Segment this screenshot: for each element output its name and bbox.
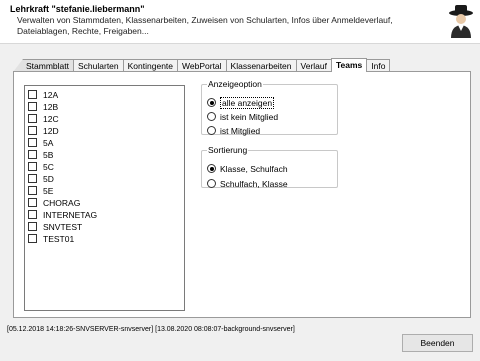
team-item[interactable]: 5D	[28, 173, 54, 184]
radio-sort-class-subject[interactable]: Klasse, Schulfach	[207, 163, 288, 174]
team-item[interactable]: 5E	[28, 185, 53, 196]
radio-button[interactable]	[207, 112, 216, 121]
radio-show-all[interactable]: alle anzeigen	[207, 96, 275, 109]
window-title: Lehrkraft "stefanie.liebermann"	[10, 4, 145, 14]
radio-button[interactable]	[207, 164, 216, 173]
radio-label: Klasse, Schulfach	[220, 163, 288, 174]
team-label: TEST01	[43, 233, 75, 244]
team-checkbox[interactable]	[28, 174, 37, 183]
team-checkbox[interactable]	[28, 162, 37, 171]
team-checkbox[interactable]	[28, 138, 37, 147]
window-header: Lehrkraft "stefanie.liebermann" Verwalte…	[0, 0, 480, 44]
radio-label: alle anzeigen	[220, 96, 275, 109]
teacher-avatar-icon	[449, 5, 473, 38]
close-button[interactable]: Beenden	[402, 334, 473, 352]
tab-bar: Stammblatt Schularten Kontingente WebPor…	[13, 58, 391, 72]
team-item[interactable]: 12C	[28, 113, 59, 124]
team-checklist[interactable]: 12A 12B 12C 12D 5A 5B 5C 5D 5E CHORAG IN…	[24, 85, 185, 311]
radio-button[interactable]	[207, 126, 216, 135]
team-checkbox[interactable]	[28, 150, 37, 159]
team-label: 5C	[43, 161, 54, 172]
team-label: 5B	[43, 149, 54, 160]
radio-button[interactable]	[207, 98, 216, 107]
display-option-group: Anzeigeoption alle anzeigen ist kein Mit…	[201, 79, 338, 136]
team-item[interactable]: 12A	[28, 89, 58, 100]
radio-is-member[interactable]: ist Mitglied	[207, 125, 260, 136]
team-label: 5A	[43, 137, 54, 148]
team-checkbox[interactable]	[28, 126, 37, 135]
team-checkbox[interactable]	[28, 198, 37, 207]
team-item[interactable]: 12B	[28, 101, 58, 112]
team-item[interactable]: TEST01	[28, 233, 74, 244]
team-label: CHORAG	[43, 197, 81, 208]
team-label: 12C	[43, 113, 59, 124]
team-label: 5D	[43, 173, 54, 184]
radio-label: ist Mitglied	[220, 125, 261, 136]
team-item[interactable]: SNVTEST	[28, 221, 82, 232]
tab-teams[interactable]: Teams	[330, 58, 368, 72]
team-item[interactable]: INTERNETAG	[28, 209, 97, 220]
team-checkbox[interactable]	[28, 186, 37, 195]
team-label: 12D	[43, 125, 59, 136]
team-label: INTERNETAG	[43, 209, 98, 220]
team-checkbox[interactable]	[28, 90, 37, 99]
sorting-group: Sortierung Klasse, Schulfach Schulfach, …	[201, 145, 338, 189]
radio-sort-subject-class[interactable]: Schulfach, Klasse	[207, 178, 288, 189]
team-label: SNVTEST	[43, 221, 83, 232]
radio-button[interactable]	[207, 179, 216, 188]
team-label: 12B	[43, 101, 59, 112]
team-item[interactable]: 5A	[28, 137, 53, 148]
team-checkbox[interactable]	[28, 102, 37, 111]
team-checkbox[interactable]	[28, 210, 37, 219]
team-item[interactable]: 5B	[28, 149, 53, 160]
team-label: 5E	[43, 185, 54, 196]
radio-label: Schulfach, Klasse	[220, 178, 288, 189]
team-item[interactable]: CHORAG	[28, 197, 80, 208]
team-checkbox[interactable]	[28, 234, 37, 243]
sorting-legend: Sortierung	[208, 145, 248, 155]
team-item[interactable]: 5C	[28, 161, 54, 172]
team-label: 12A	[43, 89, 59, 100]
status-bar: [05.12.2018 14:18:26-SNVSERVER-snvserver…	[7, 326, 295, 333]
display-option-legend: Anzeigeoption	[208, 79, 262, 89]
team-checkbox[interactable]	[28, 114, 37, 123]
team-item[interactable]: 12D	[28, 125, 59, 136]
team-checkbox[interactable]	[28, 222, 37, 231]
radio-label: ist kein Mitglied	[220, 111, 279, 122]
window-description: Verwalten von Stammdaten, Klassenarbeite…	[17, 15, 393, 36]
radio-not-member[interactable]: ist kein Mitglied	[207, 111, 278, 122]
